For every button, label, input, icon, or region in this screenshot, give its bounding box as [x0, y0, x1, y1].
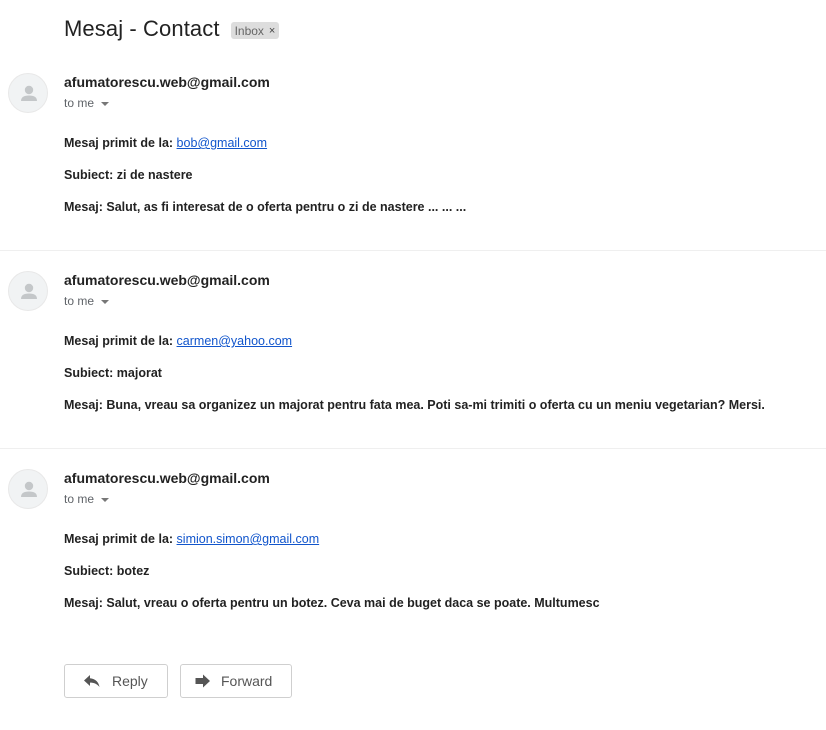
caret-down-icon	[101, 101, 110, 106]
message-3: afumatorescu.web@gmail.com to me Mesaj p…	[0, 469, 826, 639]
message-1: afumatorescu.web@gmail.com to me Mesaj p…	[0, 73, 826, 243]
from-label: Mesaj primit de la:	[64, 532, 174, 546]
from-line: Mesaj primit de la: carmen@yahoo.com	[64, 334, 292, 348]
recipient-dropdown[interactable]: to me	[64, 96, 110, 110]
message-2: afumatorescu.web@gmail.com to me Mesaj p…	[0, 271, 826, 441]
reply-arrow-icon	[84, 675, 100, 687]
forward-arrow-icon	[195, 674, 210, 688]
subject-line: Subiect: botez	[64, 564, 150, 578]
person-icon	[21, 481, 37, 497]
from-label: Mesaj primit de la:	[64, 136, 174, 150]
sender-email[interactable]: afumatorescu.web@gmail.com	[64, 470, 270, 486]
from-line: Mesaj primit de la: bob@gmail.com	[64, 136, 267, 150]
message-line: Mesaj: Salut, vreau o oferta pentru un b…	[64, 596, 600, 610]
message-line: Mesaj: Salut, as fi interesat de o ofert…	[64, 200, 467, 214]
person-icon	[21, 85, 37, 101]
recipient-dropdown[interactable]: to me	[64, 492, 110, 506]
recipient-label: to me	[64, 492, 95, 506]
subject-line: Subiect: zi de nastere	[64, 168, 193, 182]
recipient-label: to me	[64, 96, 95, 110]
person-icon	[21, 283, 37, 299]
sender-avatar[interactable]	[8, 73, 48, 113]
forward-button[interactable]: Forward	[180, 664, 292, 698]
reply-label: Reply	[112, 673, 148, 689]
sender-email[interactable]: afumatorescu.web@gmail.com	[64, 272, 270, 288]
sender-avatar[interactable]	[8, 271, 48, 311]
recipient-dropdown[interactable]: to me	[64, 294, 110, 308]
message-divider	[0, 250, 826, 251]
inbox-label-chip: Inbox ×	[230, 22, 280, 39]
sender-avatar[interactable]	[8, 469, 48, 509]
thread-header: Mesaj - Contact Inbox ×	[64, 16, 280, 42]
recipient-label: to me	[64, 294, 95, 308]
from-label: Mesaj primit de la:	[64, 334, 174, 348]
caret-down-icon	[101, 299, 110, 304]
reply-button[interactable]: Reply	[64, 664, 168, 698]
forward-label: Forward	[221, 673, 273, 689]
remove-label-icon[interactable]: ×	[269, 25, 275, 37]
from-email-link[interactable]: simion.simon@gmail.com	[177, 532, 320, 546]
subject-line: Subiect: majorat	[64, 366, 162, 380]
from-email-link[interactable]: bob@gmail.com	[177, 136, 268, 150]
message-line: Mesaj: Buna, vreau sa organizez un major…	[64, 398, 765, 412]
thread-subject: Mesaj - Contact	[64, 16, 220, 41]
label-name: Inbox	[234, 23, 264, 38]
caret-down-icon	[101, 497, 110, 502]
sender-email[interactable]: afumatorescu.web@gmail.com	[64, 74, 270, 90]
message-divider	[0, 448, 826, 449]
from-line: Mesaj primit de la: simion.simon@gmail.c…	[64, 532, 319, 546]
from-email-link[interactable]: carmen@yahoo.com	[177, 334, 293, 348]
